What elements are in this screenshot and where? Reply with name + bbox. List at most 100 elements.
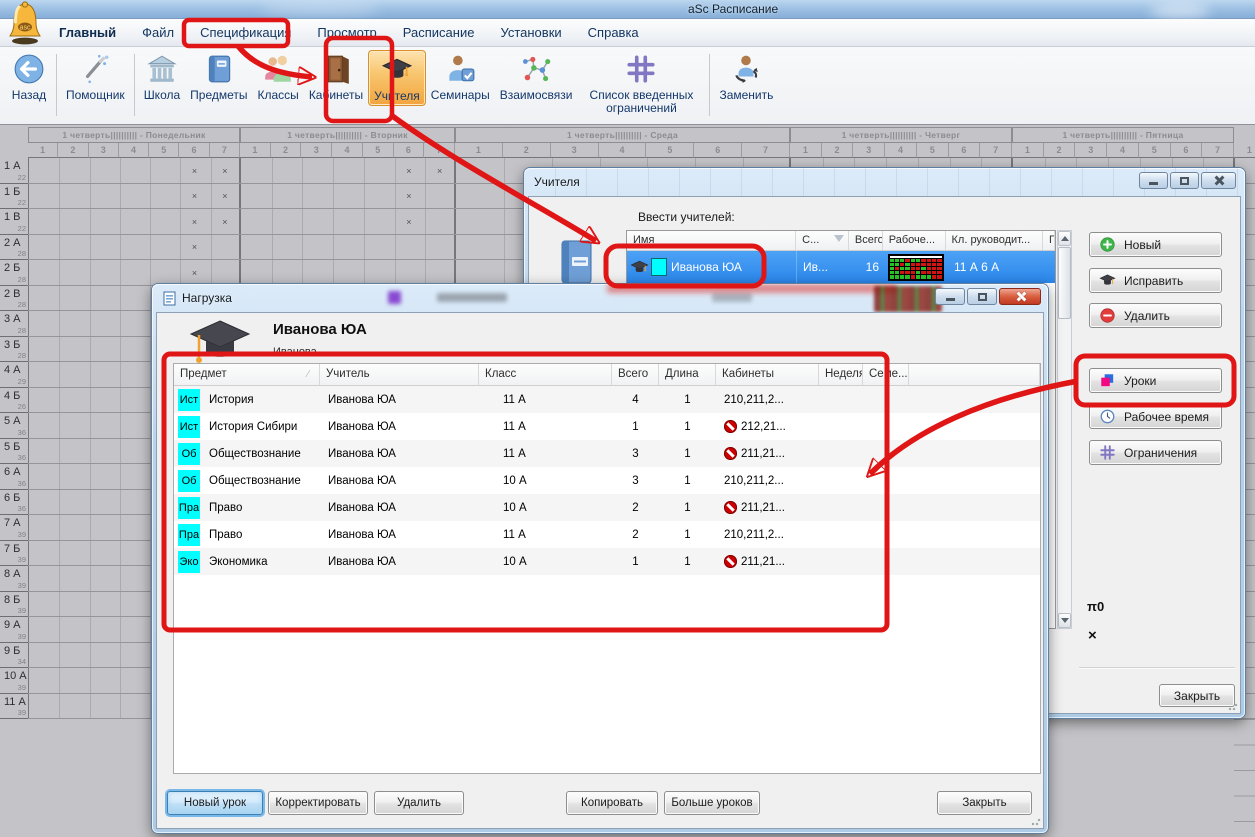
lessons-column-header[interactable]: Неделя (819, 364, 863, 385)
lesson-row[interactable]: ПраПравоИванова ЮА11 А21210,211,2... (174, 521, 1040, 548)
window-titlebar[interactable]: aSc Расписание (0, 0, 1255, 19)
side-button-ограничения[interactable]: Ограничения (1089, 440, 1222, 465)
maximize-button[interactable] (967, 288, 997, 305)
footer-button-новый-урок[interactable]: Новый урок (167, 791, 263, 815)
footer-button-удалить[interactable]: Удалить (374, 791, 464, 815)
teachers-column-header[interactable]: Рабоче... (883, 231, 946, 250)
toolbar-item-6[interactable]: Кабинеты (304, 50, 368, 104)
teachers-close-button[interactable]: Закрыть (1159, 684, 1235, 707)
lessons-column-header[interactable]: Семе... (863, 364, 909, 385)
menu-item-3[interactable]: Спецификация (187, 21, 304, 44)
teacher-name-cell[interactable]: Иванова ЮА (627, 251, 797, 283)
lessons-column-header[interactable]: Кабинеты (716, 364, 819, 385)
load-dialog-titlebar[interactable]: Нагрузка (152, 284, 1048, 312)
toolbar-item-2[interactable]: Помощник (61, 50, 130, 104)
class-row-header[interactable]: 5 А36 (0, 413, 28, 439)
class-row-header[interactable]: 11 А39 (0, 694, 28, 720)
menu-item-1[interactable]: Главный (46, 21, 129, 44)
lesson-row[interactable]: ОбОбществознаниеИванова ЮА10 А31210,211,… (174, 467, 1040, 494)
class-row-header[interactable]: 5 Б36 (0, 439, 28, 465)
resize-grip[interactable] (1031, 816, 1041, 826)
teacher-total-cell[interactable]: 16 (850, 260, 884, 274)
class-row-header[interactable]: 1 Б22 (0, 184, 28, 210)
lessons-table[interactable]: Предмет∕УчительКлассВсегоДлинаКабинетыНе… (173, 363, 1041, 774)
side-button-удалить[interactable]: Удалить (1089, 303, 1222, 328)
teachers-column-header[interactable]: Г (1043, 231, 1055, 250)
lesson-subject-cell: ПраПраво (174, 521, 320, 548)
class-row-header[interactable]: 4 А29 (0, 362, 28, 388)
class-row-header[interactable]: 7 А39 (0, 515, 28, 541)
class-row-header[interactable]: 1 В22 (0, 209, 28, 235)
class-row-header[interactable]: 6 А36 (0, 464, 28, 490)
class-row-header[interactable]: 10 А39 (0, 668, 28, 694)
lesson-row[interactable]: ИстИстория СибириИванова ЮА11 А11212,21.… (174, 413, 1040, 440)
asc-bell-logo-icon[interactable]: asc (7, 1, 43, 45)
filter-funnel-icon[interactable] (834, 235, 844, 242)
class-row-header[interactable]: 2 В28 (0, 286, 28, 312)
minimize-button[interactable] (1139, 172, 1168, 189)
lessons-column-header[interactable]: Класс (479, 364, 612, 385)
lessons-column-header[interactable]: Предмет∕ (174, 364, 320, 385)
teacher-classes-cell[interactable]: 11 А 6 А (947, 260, 1045, 274)
footer-button-закрыть[interactable]: Закрыть (937, 791, 1032, 815)
toolbar-item-9[interactable]: Взаимосвязи (495, 50, 578, 104)
class-row-header[interactable]: 6 Б36 (0, 490, 28, 516)
class-row-header[interactable]: 2 А28 (0, 235, 28, 261)
class-row-header[interactable]: 2 Б28 (0, 260, 28, 286)
class-row-header[interactable]: 4 Б26 (0, 388, 28, 414)
toolbar-item-4[interactable]: Предметы (185, 50, 252, 104)
toolbar-item-8[interactable]: Семинары (426, 50, 495, 104)
side-button-рабочее-время[interactable]: Рабочее время (1089, 404, 1222, 429)
lesson-row[interactable]: ОбОбществознаниеИванова ЮА11 А31211,21..… (174, 440, 1040, 467)
resize-grip[interactable] (1228, 701, 1238, 711)
footer-button-больше-уроков[interactable]: Больше уроков (664, 791, 760, 815)
teacher-worktime-cell[interactable] (884, 254, 947, 281)
teachers-column-header[interactable]: Всего (849, 231, 883, 250)
teachers-dialog-titlebar[interactable]: Учителя (524, 168, 1245, 196)
side-button-новый[interactable]: Новый (1089, 232, 1222, 257)
menu-item-6[interactable]: Установки (487, 21, 574, 44)
teachers-scrollbar[interactable] (1057, 230, 1072, 629)
scroll-down-button[interactable] (1058, 613, 1071, 628)
class-row-header[interactable]: 9 А39 (0, 617, 28, 643)
toolbar-item-1[interactable]: Назад (6, 50, 52, 104)
class-row-header[interactable]: 8 А39 (0, 566, 28, 592)
scroll-up-button[interactable] (1058, 231, 1071, 246)
class-row-header[interactable]: 7 Б39 (0, 541, 28, 567)
menu-item-4[interactable]: Просмотр (304, 21, 389, 44)
toolbar-item-5[interactable]: Классы (253, 50, 304, 104)
close-button[interactable] (999, 288, 1041, 305)
side-button-уроки[interactable]: Уроки (1089, 368, 1222, 393)
teachers-column-header[interactable]: Имя (627, 231, 796, 250)
menu-item-7[interactable]: Справка (575, 21, 652, 44)
scroll-thumb[interactable] (1058, 247, 1071, 319)
lessons-column-header[interactable]: Длина (659, 364, 716, 385)
class-row-header[interactable]: 1 А22 (0, 158, 28, 184)
class-row-header[interactable]: 9 Б34 (0, 643, 28, 669)
class-row-header[interactable]: 3 А28 (0, 311, 28, 337)
class-row-header[interactable]: 8 Б39 (0, 592, 28, 618)
teacher-row-selected[interactable]: Иванова ЮАИв...16 11 А 6 А (627, 251, 1055, 283)
toolbar-item-11[interactable]: Заменить (714, 50, 778, 104)
sort-indicator-icon[interactable]: ∕ (307, 369, 309, 380)
toolbar-item-10[interactable]: Список введенных ограничений (577, 50, 705, 117)
toolbar-item-7[interactable]: Учителя (368, 50, 426, 106)
lessons-column-header[interactable]: Всего (612, 364, 659, 385)
lesson-row[interactable]: ЭкоЭкономикаИванова ЮА10 А11211,21... (174, 548, 1040, 575)
menu-item-2[interactable]: Файл (129, 21, 187, 44)
teacher-contract-cell[interactable]: Ив... (797, 260, 850, 274)
maximize-button[interactable] (1170, 172, 1199, 189)
toolbar-item-3[interactable]: Школа (139, 50, 185, 104)
lesson-row[interactable]: ИстИсторияИванова ЮА11 А41210,211,2... (174, 386, 1040, 413)
lessons-column-header[interactable]: Учитель (320, 364, 479, 385)
side-button-исправить[interactable]: Исправить (1089, 268, 1222, 293)
teachers-column-header[interactable]: Кл. руководит... (946, 231, 1044, 250)
class-row-header[interactable]: 3 Б28 (0, 337, 28, 363)
footer-button-копировать[interactable]: Копировать (566, 791, 658, 815)
footer-button-корректировать[interactable]: Корректировать (268, 791, 368, 815)
lesson-row[interactable]: ПраПравоИванова ЮА10 А21211,21... (174, 494, 1040, 521)
menu-item-5[interactable]: Расписание (390, 21, 488, 44)
close-button[interactable] (1201, 172, 1236, 189)
teachers-column-header[interactable]: С... (796, 231, 849, 250)
minimize-button[interactable] (935, 288, 965, 305)
